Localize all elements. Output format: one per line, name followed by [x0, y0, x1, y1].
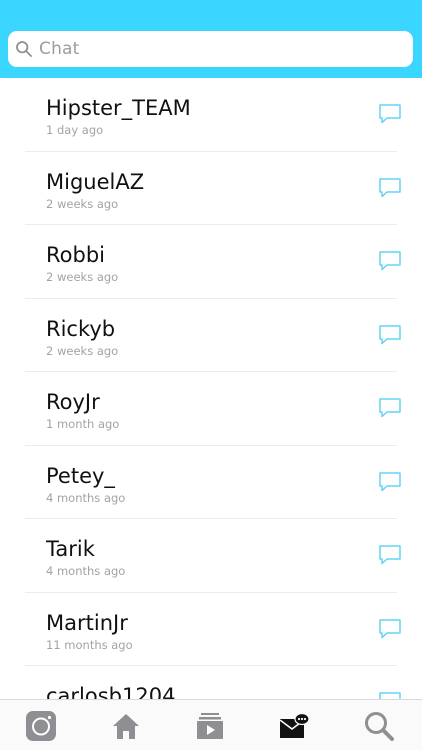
- messages-icon[interactable]: [278, 710, 310, 742]
- chat-time: 4 months ago: [46, 564, 126, 578]
- chat-name: carlosb1204: [46, 684, 176, 699]
- chat-row[interactable]: MartinJr 11 months ago: [0, 593, 422, 666]
- chat-row[interactable]: RoyJr 1 month ago: [0, 372, 422, 446]
- chat-bubble-icon[interactable]: [378, 177, 402, 199]
- chat-name: Tarik: [46, 537, 95, 561]
- chat-name: MartinJr: [46, 610, 128, 635]
- chat-name: Robbi: [46, 243, 105, 267]
- chat-name: Petey_: [46, 463, 115, 488]
- camera-icon[interactable]: [25, 710, 57, 742]
- chat-time: 4 months ago: [46, 490, 126, 505]
- chat-bubble-icon[interactable]: [378, 103, 402, 125]
- chat-row[interactable]: Robbi 2 weeks ago: [0, 225, 422, 299]
- video-stack-icon[interactable]: [194, 710, 226, 742]
- chat-list[interactable]: Hipster_TEAM 1 day ago MiguelAZ 2 weeks …: [0, 78, 422, 699]
- chat-bubble-icon[interactable]: [378, 691, 402, 699]
- chat-row[interactable]: Petey_ 4 months ago: [0, 446, 422, 519]
- chat-bubble-icon[interactable]: [378, 471, 402, 493]
- chat-time: 1 month ago: [46, 417, 120, 431]
- chat-name: MiguelAZ: [46, 169, 145, 194]
- tab-bar: [0, 699, 422, 750]
- chat-row[interactable]: Hipster_TEAM 1 day ago: [0, 78, 422, 152]
- chat-time: 11 months ago: [46, 637, 133, 652]
- header-bar: Chat: [0, 0, 422, 78]
- chat-bubble-icon[interactable]: [378, 397, 402, 419]
- chat-bubble-icon[interactable]: [378, 250, 402, 272]
- home-icon[interactable]: [110, 710, 142, 742]
- search-input[interactable]: Chat: [8, 31, 413, 67]
- chat-name: Rickyb: [46, 316, 116, 341]
- chat-time: 2 weeks ago: [46, 343, 119, 358]
- search-icon: [16, 41, 32, 57]
- search-placeholder: Chat: [39, 39, 80, 59]
- chat-time: 2 weeks ago: [46, 270, 119, 284]
- chat-row[interactable]: Rickyb 2 weeks ago: [0, 299, 422, 372]
- search-icon[interactable]: [363, 710, 395, 742]
- chat-bubble-icon[interactable]: [378, 618, 402, 640]
- chat-row[interactable]: carlosb1204: [0, 666, 422, 699]
- chat-bubble-icon[interactable]: [378, 324, 402, 346]
- chat-bubble-icon[interactable]: [378, 544, 402, 566]
- chat-time: 2 weeks ago: [46, 196, 119, 211]
- chat-name: Hipster_TEAM: [46, 96, 191, 120]
- chat-row[interactable]: Tarik 4 months ago: [0, 519, 422, 593]
- chat-row[interactable]: MiguelAZ 2 weeks ago: [0, 152, 422, 225]
- chat-time: 1 day ago: [46, 123, 104, 137]
- chat-name: RoyJr: [46, 390, 100, 414]
